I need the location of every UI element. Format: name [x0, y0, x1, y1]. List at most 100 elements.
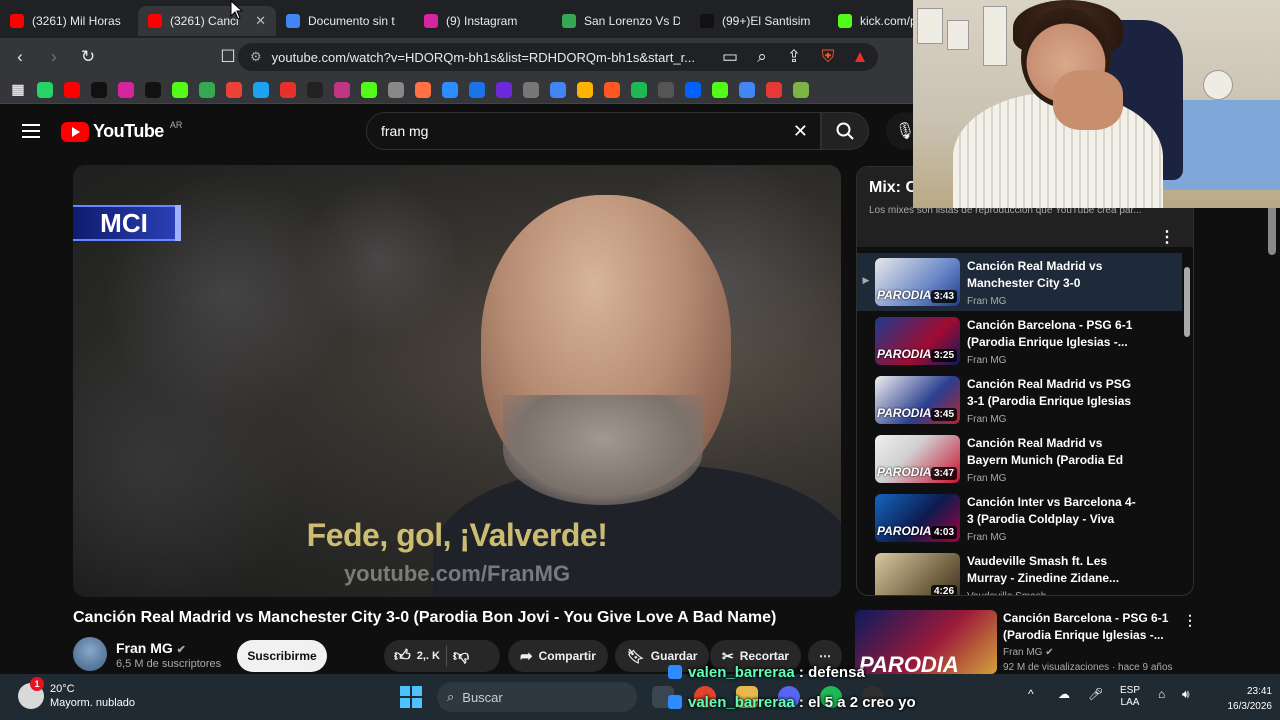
- browser-tab[interactable]: (99+)El Santisim: [690, 6, 828, 36]
- back-icon[interactable]: ‹: [6, 43, 34, 71]
- bookmark-youtube-icon[interactable]: [64, 81, 80, 98]
- mouse-cursor: [230, 0, 244, 20]
- bookmark-twitch-icon[interactable]: [496, 81, 512, 98]
- share-icon[interactable]: ⇪: [780, 43, 808, 71]
- share-arrow-icon: ➦: [520, 648, 533, 665]
- wall-poster: [917, 8, 943, 44]
- bookmark-docs-icon[interactable]: [739, 81, 755, 98]
- bookmark-kick-icon[interactable]: [361, 81, 377, 98]
- scissors-icon: ✂: [722, 647, 734, 664]
- playlist-item-channel: Fran MG: [967, 355, 1007, 366]
- channel-name[interactable]: Fran MG ✔: [116, 640, 186, 656]
- search-button[interactable]: [821, 112, 869, 150]
- channel-avatar[interactable]: [73, 637, 107, 671]
- bookmark-drive-icon[interactable]: [577, 81, 593, 98]
- playlist-thumbnail[interactable]: PARODIA 3:25: [875, 317, 960, 365]
- playlist-scrollbar[interactable]: [1183, 253, 1191, 593]
- video-watermark: youtube.com/FranMG: [343, 561, 571, 586]
- like-icon[interactable]: 👍︎: [394, 647, 411, 666]
- mix-playlist-panel: Mix: C Los mixes son listas de reproducc…: [856, 166, 1194, 596]
- youtube-icon: [10, 14, 24, 28]
- brave-shield-icon[interactable]: ⛨: [814, 43, 842, 71]
- playlist-item[interactable]: PARODIA 3:25 Canción Barcelona - PSG 6-1 (…: [857, 312, 1182, 370]
- bookmark-app-icon[interactable]: [334, 81, 350, 98]
- thumbnail-label: PARODIA: [877, 406, 932, 420]
- windows-start-icon[interactable]: [400, 686, 422, 708]
- clip-label: Recortar: [739, 649, 790, 663]
- clear-search-icon[interactable]: ✕: [793, 121, 808, 142]
- weather-temp: 20°C: [50, 683, 75, 695]
- system-clock[interactable]: 23:41 16/3/2026: [1222, 684, 1273, 714]
- bookmark-app-icon[interactable]: [523, 81, 539, 98]
- cloud-icon: 1: [18, 677, 44, 709]
- playlist-thumbnail[interactable]: PARODIA 4:03: [875, 494, 960, 542]
- bookmark-download-icon[interactable]: [793, 81, 809, 98]
- bookmark-tiktok-icon[interactable]: [91, 81, 107, 98]
- playlist-thumbnail[interactable]: PARODIA 3:43: [875, 258, 960, 306]
- playlist-item[interactable]: PARODIA 3:47 Canción Real Madrid vs Bayern…: [857, 430, 1182, 488]
- subscribe-button[interactable]: Suscribirme: [237, 640, 327, 672]
- site-info-icon[interactable]: ⚙: [250, 49, 262, 65]
- browser-tab[interactable]: (9) Instagram: [414, 6, 552, 36]
- playlist-item[interactable]: PARODIA 4:03 Canción Inter vs Barcelona 4-…: [857, 489, 1182, 547]
- search-input[interactable]: fran mg ✕: [366, 112, 821, 150]
- bookmark-app-icon[interactable]: [442, 81, 458, 98]
- bookmark-paypal-icon[interactable]: [685, 81, 701, 98]
- cast-icon[interactable]: ▭: [716, 43, 744, 71]
- bookmark-app-icon[interactable]: [469, 81, 485, 98]
- bookmark-app-icon[interactable]: [631, 81, 647, 98]
- bookmark-chart-icon[interactable]: [280, 81, 296, 98]
- chat-message: valen_barreraa : el 5 a 2 creo yo: [668, 694, 1228, 716]
- bookmark-whatsapp-icon[interactable]: [37, 81, 53, 98]
- reload-icon[interactable]: ↻: [74, 43, 102, 71]
- playlist-item[interactable]: ▶ PARODIA 3:43 Canción Real Madrid vs Manch…: [857, 253, 1182, 311]
- playlist-item-title: Canción Real Madrid vs Manchester City 3…: [967, 259, 1103, 290]
- playlist-item[interactable]: 4:26 Vaudeville Smash ft. Les Murray - Zi…: [857, 548, 1182, 595]
- bookmark-kick-icon[interactable]: [172, 81, 188, 98]
- rewards-icon[interactable]: ▲: [846, 43, 874, 71]
- playlist-thumbnail[interactable]: PARODIA 3:47: [875, 435, 960, 483]
- bookmark-kick-icon[interactable]: [712, 81, 728, 98]
- bookmark-docs-icon[interactable]: [550, 81, 566, 98]
- recommended-more-icon[interactable]: ⋮: [1183, 612, 1197, 629]
- browser-tab[interactable]: (3261) Mil Horas: [0, 6, 138, 36]
- bookmark-app-icon[interactable]: [658, 81, 674, 98]
- save-icon: 🔖︎: [627, 647, 645, 664]
- playlist-item[interactable]: PARODIA 3:45 Canción Real Madrid vs PSG 3-…: [857, 371, 1182, 429]
- bookmark-app-icon[interactable]: [388, 81, 404, 98]
- tab-title: (3261) Mil Horas: [32, 14, 121, 28]
- bookmark-download-icon[interactable]: [766, 81, 782, 98]
- share-button[interactable]: ➦ Compartir: [508, 640, 608, 672]
- forward-icon[interactable]: ›: [40, 43, 68, 71]
- bookmark-x-icon[interactable]: [145, 81, 161, 98]
- bookmark-app-icon[interactable]: [253, 81, 269, 98]
- video-player[interactable]: MCI Fede, gol, ¡Valverde! youtube.com/Fr…: [73, 165, 841, 597]
- taskbar-search[interactable]: ⌕ Buscar: [437, 682, 637, 712]
- close-tab-icon[interactable]: ✕: [255, 13, 266, 29]
- share-label: Compartir: [538, 649, 596, 663]
- bookmark-app-icon[interactable]: [415, 81, 431, 98]
- playlist-scroll-thumb[interactable]: [1184, 267, 1190, 337]
- dislike-icon[interactable]: 👎︎: [453, 647, 469, 666]
- now-playing-icon: ▶: [862, 275, 870, 285]
- hamburger-menu-icon[interactable]: [22, 124, 40, 138]
- url-text: youtube.com/watch?v=HDORQm-bh1s&list=RDH…: [271, 49, 696, 65]
- youtube-logo[interactable]: YouTube AR: [61, 120, 182, 142]
- bookmark-globe-icon[interactable]: [199, 81, 215, 98]
- browser-tab[interactable]: Documento sin t: [276, 6, 414, 36]
- playlist-index: [857, 312, 875, 334]
- playlist-thumbnail[interactable]: 4:26: [875, 553, 960, 595]
- bookmark-gmail-icon[interactable]: [226, 81, 242, 98]
- bookmark-instagram-icon[interactable]: [118, 81, 134, 98]
- playlist-thumbnail[interactable]: PARODIA 3:45: [875, 376, 960, 424]
- apps-grid-icon[interactable]: ▦: [10, 81, 26, 98]
- browser-tab[interactable]: (3261) Canci ✕: [138, 6, 276, 36]
- tab-title: San Lorenzo Vs D: [584, 14, 680, 28]
- zoom-icon[interactable]: ⌕: [748, 43, 776, 71]
- browser-tab[interactable]: San Lorenzo Vs D: [552, 6, 690, 36]
- bookmark-app-icon[interactable]: [604, 81, 620, 98]
- docs-icon: [286, 14, 300, 28]
- mix-more-icon[interactable]: ⋮: [1159, 227, 1175, 247]
- weather-widget[interactable]: 1 20°C Mayorm. nublado: [18, 677, 135, 710]
- bookmark-github-icon[interactable]: [307, 81, 323, 98]
